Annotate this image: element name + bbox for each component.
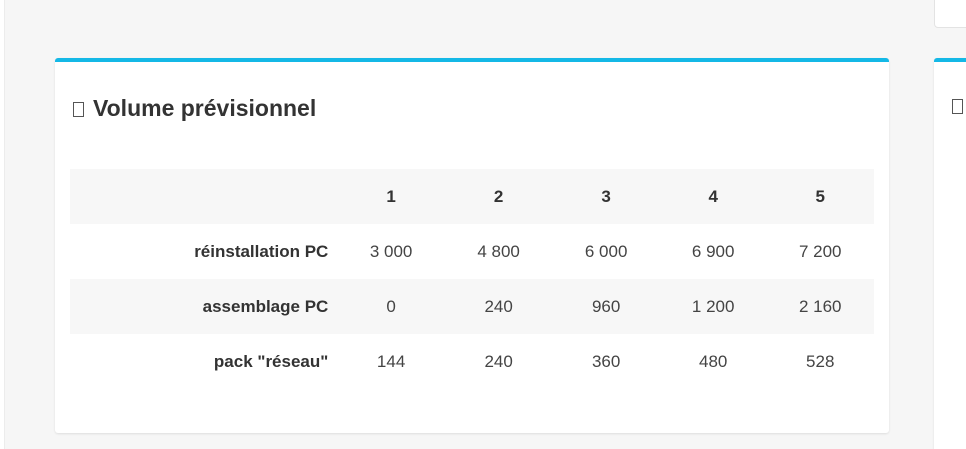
table-cell: 6 900 <box>691 241 735 261</box>
calendar-icon <box>952 99 963 114</box>
volume-table: 1 2 3 4 5 réinstallation PC 3 000 4 800 … <box>70 169 874 389</box>
calendar-icon <box>73 101 84 117</box>
table-cell: 144 <box>376 351 406 371</box>
column-header: 1 <box>386 186 396 206</box>
table-header-row: 1 2 3 4 5 <box>70 169 874 224</box>
table-row: assemblage PC 0 240 960 1 200 2 160 <box>70 279 874 334</box>
table-cell: 4 800 <box>477 241 520 261</box>
table-cell: 0 <box>386 296 396 316</box>
header-empty-cell <box>70 169 337 224</box>
row-label: assemblage PC <box>202 296 329 316</box>
column-header: 3 <box>601 186 611 206</box>
column-header: 2 <box>493 186 504 206</box>
table-cell: 1 200 <box>691 296 735 316</box>
row-label: réinstallation PC <box>194 241 329 261</box>
table-cell: 3 000 <box>369 241 413 261</box>
table-cell: 240 <box>484 296 513 316</box>
column-header: 4 <box>708 186 718 206</box>
row-label: pack "réseau" <box>213 351 329 371</box>
card-title: Volume prévisionnel <box>73 95 316 122</box>
table-cell: 528 <box>806 351 835 371</box>
table-cell: 960 <box>591 296 621 316</box>
left-panel-edge <box>0 0 5 449</box>
table-cell: 6 000 <box>584 241 628 261</box>
top-right-card <box>934 0 966 28</box>
table-cell: 240 <box>484 351 513 371</box>
table-cell: 480 <box>698 351 728 371</box>
adjacent-card <box>934 58 966 449</box>
table-cell: 2 160 <box>798 296 842 316</box>
volume-card: Volume prévisionnel 1 2 3 4 5 réinstalla… <box>55 58 889 433</box>
table-cell: 360 <box>591 351 621 371</box>
table-row: réinstallation PC 3 000 4 800 6 000 6 90… <box>70 224 874 279</box>
column-header: 5 <box>815 186 825 206</box>
card-title-text: Volume prévisionnel <box>93 95 317 121</box>
table-cell: 7 200 <box>798 241 842 261</box>
table-row: pack "réseau" 144 240 360 480 528 <box>70 334 874 389</box>
dashboard-area: Volume prévisionnel 1 2 3 4 5 réinstalla… <box>0 0 966 449</box>
